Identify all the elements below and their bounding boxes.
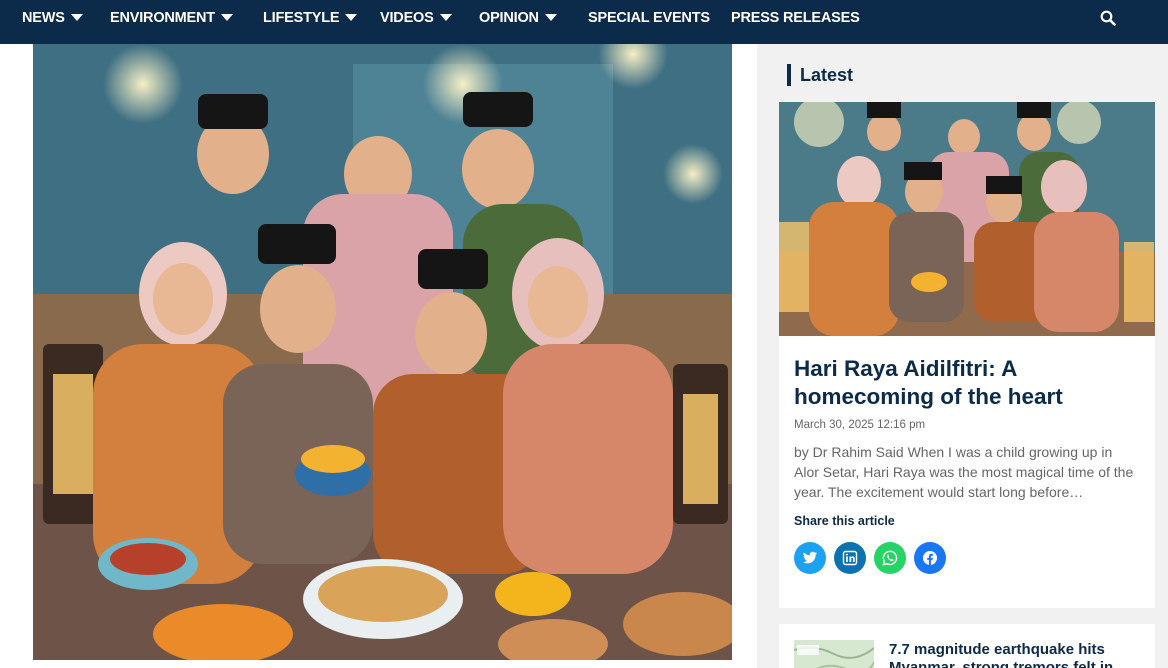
sidebar-heading: Latest: [800, 65, 854, 85]
twitter-icon: [803, 551, 817, 564]
nav-label: VIDEOS: [380, 10, 434, 26]
share-label: Share this article: [794, 514, 895, 528]
heading-accent-bar: [787, 64, 791, 86]
share-linkedin-button[interactable]: [834, 542, 866, 574]
nav-label: LIFESTYLE: [263, 10, 340, 26]
hero-image[interactable]: [33, 44, 732, 660]
next-article-title[interactable]: 7.7 magnitude earthquake hits Myanmar, s…: [889, 641, 1139, 668]
nav-item-environment[interactable]: ENVIRONMENT: [110, 0, 233, 36]
nav-label: SPECIAL EVENTS: [588, 10, 710, 26]
share-twitter-button[interactable]: [794, 542, 826, 574]
caret-down-icon: [439, 14, 452, 21]
top-navigation: NEWS ENVIRONMENT LIFESTYLE VIDEOS OPINIO…: [0, 0, 1168, 44]
nav-item-opinion[interactable]: OPINION: [479, 0, 557, 36]
nav-item-videos[interactable]: VIDEOS: [380, 0, 452, 36]
linkedin-icon: [842, 550, 858, 566]
next-article-thumbnail[interactable]: [794, 640, 874, 668]
nav-item-news[interactable]: NEWS: [22, 0, 83, 36]
featured-article-title[interactable]: Hari Raya Aidilfitri: A homecoming of th…: [794, 355, 1144, 411]
share-facebook-button[interactable]: [914, 542, 946, 574]
featured-article-image[interactable]: [779, 102, 1155, 336]
nav-item-special-events[interactable]: SPECIAL EVENTS: [588, 0, 710, 36]
featured-article-card: Hari Raya Aidilfitri: A homecoming of th…: [779, 102, 1155, 608]
nav-label: OPINION: [479, 10, 539, 26]
nav-item-press-releases[interactable]: PRESS RELEASES: [731, 0, 860, 36]
main-content: [0, 44, 757, 668]
nav-label: ENVIRONMENT: [110, 10, 215, 26]
caret-down-icon: [345, 14, 358, 21]
nav-label: NEWS: [22, 10, 65, 26]
featured-article-excerpt: by Dr Rahim Said When I was a child grow…: [794, 444, 1134, 500]
featured-article-date: March 30, 2025 12:16 pm: [794, 419, 926, 431]
next-article-card[interactable]: 7.7 magnitude earthquake hits Myanmar, s…: [779, 624, 1155, 668]
caret-down-icon: [70, 14, 83, 21]
caret-down-icon: [544, 14, 557, 21]
nav-item-lifestyle[interactable]: LIFESTYLE: [263, 0, 358, 36]
whatsapp-icon: [882, 550, 898, 566]
caret-down-icon: [220, 14, 233, 21]
facebook-icon: [923, 551, 937, 565]
search-icon[interactable]: [1100, 10, 1116, 26]
share-whatsapp-button[interactable]: [874, 542, 906, 574]
nav-label: PRESS RELEASES: [731, 10, 860, 26]
